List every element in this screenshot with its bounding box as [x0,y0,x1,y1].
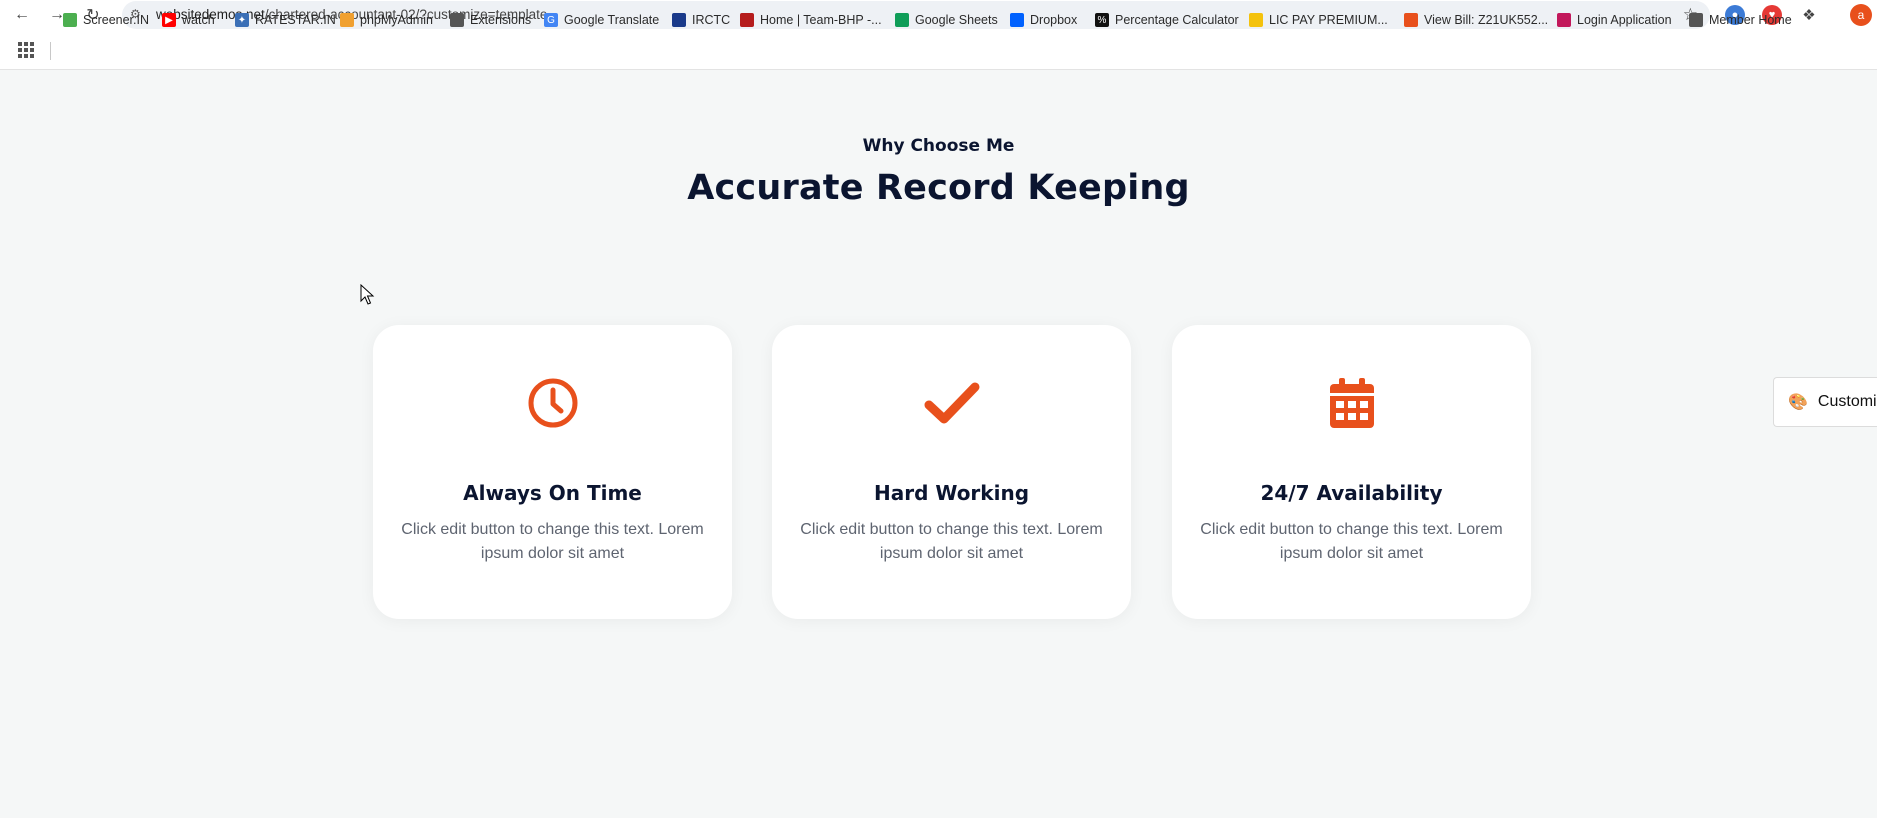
bill-icon [1404,13,1418,27]
bookmark-item[interactable]: Dropbox [1010,11,1077,29]
bookmark-item[interactable]: IRCTC [672,11,730,29]
customize-button[interactable]: 🎨 Customi [1773,377,1877,427]
calendar-icon [1172,377,1531,429]
dropbox-icon [1010,13,1024,27]
bar-chart-icon [63,13,77,27]
card-title: Hard Working [873,481,1030,505]
teambhp-icon [740,13,754,27]
bookmarks-bar [0,30,1877,70]
globe-icon [1689,13,1703,27]
card-text: Click edit button to change this text. L… [800,521,1103,562]
bookmark-item[interactable]: Google Sheets [895,11,998,29]
extensions-puzzle-icon[interactable]: ❖ [1799,5,1819,25]
ratestar-icon: ✦ [235,13,249,27]
bookmark-item[interactable]: phpMyAdmin [340,11,433,29]
customize-label: Customi [1817,393,1877,410]
bookmark-item[interactable]: Extensions [450,11,531,29]
bookmark-item[interactable]: ▶ watch [162,11,215,29]
apps-grid-icon[interactable] [18,42,34,58]
card-title: Always On Time [463,481,642,505]
bookmark-item[interactable]: G Google Translate [544,11,659,29]
back-arrow-icon[interactable]: ← [11,4,33,26]
bookmarks-divider [50,42,51,60]
card-text: Click edit button to change this text. L… [1200,521,1503,562]
translate-icon: G [544,13,558,27]
feature-card: Hard Working Click edit button to change… [772,325,1131,619]
palette-icon: 🎨 [1788,394,1808,411]
login-icon [1557,13,1571,27]
youtube-icon: ▶ [162,13,176,27]
bookmark-item[interactable]: % Percentage Calculator [1095,11,1239,29]
section-eyebrow: Why Choose Me [862,136,1015,156]
bookmark-item[interactable]: LIC PAY PREMIUM... [1249,11,1388,29]
bookmark-item[interactable]: View Bill: Z21UK552... [1404,11,1548,29]
bookmark-item[interactable]: Home | Team-BHP -... [740,11,882,29]
percent-icon: % [1095,13,1109,27]
lic-icon [1249,13,1263,27]
sheets-icon [895,13,909,27]
card-title: 24/7 Availability [1260,481,1443,505]
card-text: Click edit button to change this text. L… [401,521,704,562]
feature-card: 24/7 Availability Click edit button to c… [1172,325,1531,619]
irctc-icon [672,13,686,27]
puzzle-icon [450,13,464,27]
mouse-cursor-icon [360,284,375,305]
section-title: Accurate Record Keeping [687,168,1190,208]
bookmark-item[interactable]: Screener.IN [63,11,149,29]
bookmark-item[interactable]: ✦ RATESTAR.IN [235,11,336,29]
bookmark-item[interactable]: Member Home [1689,11,1792,29]
feature-card: Always On Time Click edit button to chan… [373,325,732,619]
clock-icon [373,377,732,429]
phpmyadmin-icon [340,13,354,27]
bookmark-item[interactable]: Login Application [1557,11,1672,29]
profile-avatar[interactable]: a [1850,4,1872,26]
checkmark-icon [772,377,1131,429]
